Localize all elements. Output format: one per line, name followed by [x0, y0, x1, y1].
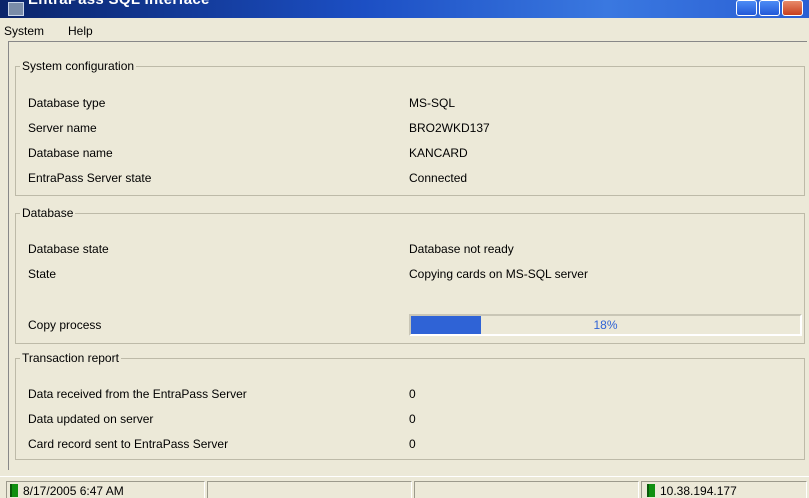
transaction-row-received: Data received from the EntraPass Server …: [16, 387, 804, 405]
maximize-button[interactable]: [759, 0, 780, 16]
transaction-report-legend: Transaction report: [22, 351, 119, 365]
database-state-label: Database state: [28, 242, 109, 256]
window-title: EntraPass SQL Interface: [28, 0, 210, 8]
transaction-report-group: Transaction report Data received from th…: [15, 351, 805, 460]
status-panel-ip: 10.38.194.177: [641, 481, 807, 498]
status-led-icon: [10, 484, 18, 497]
database-name-value: KANCARD: [409, 146, 468, 160]
database-row-state: Database state Database not ready: [16, 242, 804, 260]
card-record-sent-label: Card record sent to EntraPass Server: [28, 437, 229, 451]
copy-progress-bar: 18%: [409, 314, 802, 336]
database-type-value: MS-SQL: [409, 96, 456, 110]
status-ip: 10.38.194.177: [660, 484, 737, 498]
status-panel-empty-1: [207, 481, 412, 498]
status-panel-datetime: 8/17/2005 6:47 AM: [6, 481, 205, 498]
server-name-value: BRO2WKD137: [409, 121, 490, 135]
data-received-label: Data received from the EntraPass Server: [28, 387, 247, 401]
app-icon: [8, 2, 24, 16]
database-name-label: Database name: [28, 146, 113, 160]
server-state-label: EntraPass Server state: [28, 171, 152, 185]
copy-process-row: Copy process 18%: [16, 314, 804, 338]
data-updated-label: Data updated on server: [28, 412, 154, 426]
title-bar: EntraPass SQL Interface: [0, 0, 809, 18]
config-row-server-name: Server name BRO2WKD137: [16, 121, 804, 139]
status-bar: 8/17/2005 6:47 AM 10.38.194.177: [0, 476, 809, 498]
database-type-label: Database type: [28, 96, 106, 110]
status-panel-empty-2: [414, 481, 639, 498]
menu-system[interactable]: System: [4, 24, 44, 38]
database-state-value: Database not ready: [409, 242, 514, 256]
config-row-database-name: Database name KANCARD: [16, 146, 804, 164]
config-row-database-type: Database type MS-SQL: [16, 96, 804, 114]
server-name-label: Server name: [28, 121, 97, 135]
database-group: Database Database state Database not rea…: [15, 206, 805, 344]
transaction-row-sent: Card record sent to EntraPass Server 0: [16, 437, 804, 455]
card-record-sent-value: 0: [409, 437, 416, 451]
status-datetime: 8/17/2005 6:47 AM: [23, 484, 124, 498]
system-configuration-group: System configuration Database type MS-SQ…: [15, 59, 805, 196]
progress-percent: 18%: [593, 318, 618, 332]
database-legend: Database: [22, 206, 74, 220]
main-panel: System configuration Database type MS-SQ…: [8, 41, 807, 470]
menu-help[interactable]: Help: [68, 24, 93, 38]
close-button[interactable]: [782, 0, 803, 16]
config-row-server-state: EntraPass Server state Connected: [16, 171, 804, 189]
transaction-row-updated: Data updated on server 0: [16, 412, 804, 430]
connection-led-icon: [647, 484, 655, 497]
menu-bar: System Help: [0, 21, 809, 41]
minimize-button[interactable]: [736, 0, 757, 16]
database-row-status: State Copying cards on MS-SQL server: [16, 267, 804, 285]
system-configuration-legend: System configuration: [22, 59, 135, 73]
state-value: Copying cards on MS-SQL server: [409, 267, 588, 281]
copy-process-label: Copy process: [28, 318, 102, 332]
data-updated-value: 0: [409, 412, 416, 426]
server-state-value: Connected: [409, 171, 468, 185]
state-label: State: [28, 267, 57, 281]
data-received-value: 0: [409, 387, 416, 401]
